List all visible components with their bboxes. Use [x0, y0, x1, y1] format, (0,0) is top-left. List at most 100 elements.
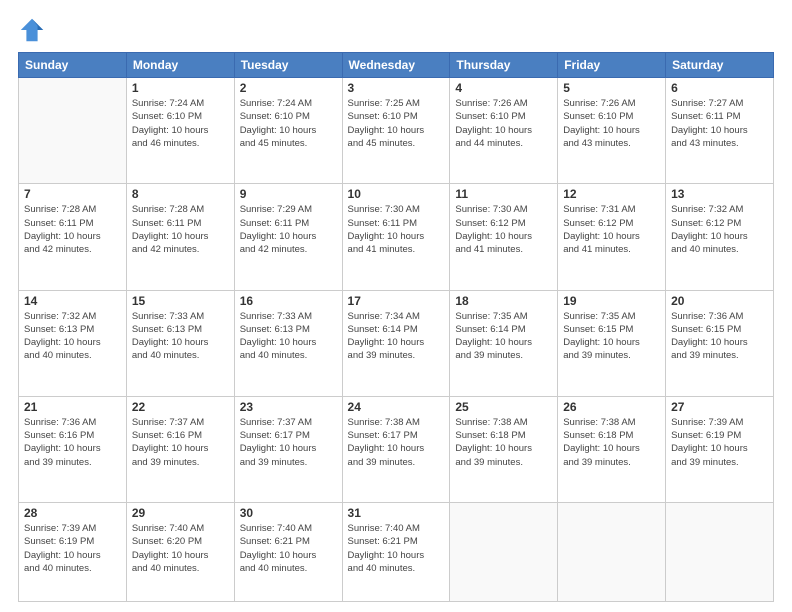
day-info: Sunrise: 7:39 AM Sunset: 6:19 PM Dayligh…	[671, 416, 768, 469]
calendar-cell: 22 Sunrise: 7:37 AM Sunset: 6:16 PM Dayli…	[126, 396, 234, 502]
weekday-header-friday: Friday	[558, 53, 666, 78]
calendar-cell: 20Sunrise: 7:36 AM Sunset: 6:15 PM Dayli…	[666, 290, 774, 396]
day-number: 23	[240, 400, 337, 414]
calendar-page: SundayMondayTuesdayWednesdayThursdayFrid…	[0, 0, 792, 612]
calendar-cell: 8Sunrise: 7:28 AM Sunset: 6:11 PM Daylig…	[126, 184, 234, 290]
day-number: 7	[24, 187, 121, 201]
weekday-header-tuesday: Tuesday	[234, 53, 342, 78]
calendar-cell: 6 Sunrise: 7:27 AM Sunset: 6:11 PM Daylig…	[666, 78, 774, 184]
day-number: 3	[348, 81, 445, 95]
week-row-1: 1 Sunrise: 7:24 AM Sunset: 6:10 PM Daylig…	[19, 78, 774, 184]
day-info: Sunrise: 7:29 AM Sunset: 6:11 PM Dayligh…	[240, 203, 337, 256]
day-info: Sunrise: 7:38 AM Sunset: 6:17 PM Dayligh…	[348, 416, 445, 469]
weekday-header-wednesday: Wednesday	[342, 53, 450, 78]
weekday-header-row: SundayMondayTuesdayWednesdayThursdayFrid…	[19, 53, 774, 78]
day-info: Sunrise: 7:39 AM Sunset: 6:19 PM Dayligh…	[24, 522, 121, 575]
calendar-cell: 28 Sunrise: 7:39 AM Sunset: 6:19 PM Dayli…	[19, 503, 127, 602]
day-info: Sunrise: 7:24 AM Sunset: 6:10 PM Dayligh…	[132, 97, 229, 150]
week-row-2: 7 Sunrise: 7:28 AM Sunset: 6:11 PM Daylig…	[19, 184, 774, 290]
day-info: Sunrise: 7:36 AM Sunset: 6:16 PM Dayligh…	[24, 416, 121, 469]
calendar-cell: 10 Sunrise: 7:30 AM Sunset: 6:11 PM Dayli…	[342, 184, 450, 290]
day-number: 19	[563, 294, 660, 308]
calendar-cell: 19Sunrise: 7:35 AM Sunset: 6:15 PM Dayli…	[558, 290, 666, 396]
day-info: Sunrise: 7:30 AM Sunset: 6:11 PM Dayligh…	[348, 203, 445, 256]
calendar-cell: 2 Sunrise: 7:24 AM Sunset: 6:10 PM Daylig…	[234, 78, 342, 184]
day-info: Sunrise: 7:25 AM Sunset: 6:10 PM Dayligh…	[348, 97, 445, 150]
calendar-cell: 23 Sunrise: 7:37 AM Sunset: 6:17 PM Dayli…	[234, 396, 342, 502]
day-info: Sunrise: 7:32 AM Sunset: 6:13 PM Dayligh…	[24, 310, 121, 363]
day-info: Sunrise: 7:28 AM Sunset: 6:11 PM Dayligh…	[132, 203, 229, 256]
calendar-cell: 13Sunrise: 7:32 AM Sunset: 6:12 PM Dayli…	[666, 184, 774, 290]
day-info: Sunrise: 7:38 AM Sunset: 6:18 PM Dayligh…	[455, 416, 552, 469]
day-info: Sunrise: 7:37 AM Sunset: 6:17 PM Dayligh…	[240, 416, 337, 469]
day-number: 13	[671, 187, 768, 201]
day-info: Sunrise: 7:33 AM Sunset: 6:13 PM Dayligh…	[240, 310, 337, 363]
calendar-cell: 1 Sunrise: 7:24 AM Sunset: 6:10 PM Daylig…	[126, 78, 234, 184]
day-info: Sunrise: 7:34 AM Sunset: 6:14 PM Dayligh…	[348, 310, 445, 363]
day-info: Sunrise: 7:38 AM Sunset: 6:18 PM Dayligh…	[563, 416, 660, 469]
day-number: 25	[455, 400, 552, 414]
day-number: 10	[348, 187, 445, 201]
day-number: 31	[348, 506, 445, 520]
day-info: Sunrise: 7:31 AM Sunset: 6:12 PM Dayligh…	[563, 203, 660, 256]
day-number: 15	[132, 294, 229, 308]
day-info: Sunrise: 7:33 AM Sunset: 6:13 PM Dayligh…	[132, 310, 229, 363]
calendar-cell: 30Sunrise: 7:40 AM Sunset: 6:21 PM Dayli…	[234, 503, 342, 602]
calendar-cell	[666, 503, 774, 602]
top-header	[18, 16, 774, 44]
day-info: Sunrise: 7:30 AM Sunset: 6:12 PM Dayligh…	[455, 203, 552, 256]
day-info: Sunrise: 7:40 AM Sunset: 6:21 PM Dayligh…	[348, 522, 445, 575]
day-number: 30	[240, 506, 337, 520]
day-number: 4	[455, 81, 552, 95]
weekday-header-monday: Monday	[126, 53, 234, 78]
day-info: Sunrise: 7:40 AM Sunset: 6:20 PM Dayligh…	[132, 522, 229, 575]
weekday-header-thursday: Thursday	[450, 53, 558, 78]
day-info: Sunrise: 7:24 AM Sunset: 6:10 PM Dayligh…	[240, 97, 337, 150]
calendar-cell: 29 Sunrise: 7:40 AM Sunset: 6:20 PM Dayli…	[126, 503, 234, 602]
calendar-cell: 18 Sunrise: 7:35 AM Sunset: 6:14 PM Dayli…	[450, 290, 558, 396]
calendar-cell	[558, 503, 666, 602]
day-number: 17	[348, 294, 445, 308]
calendar-cell: 17 Sunrise: 7:34 AM Sunset: 6:14 PM Dayli…	[342, 290, 450, 396]
logo-icon	[18, 16, 46, 44]
day-info: Sunrise: 7:35 AM Sunset: 6:14 PM Dayligh…	[455, 310, 552, 363]
day-info: Sunrise: 7:26 AM Sunset: 6:10 PM Dayligh…	[563, 97, 660, 150]
calendar-table: SundayMondayTuesdayWednesdayThursdayFrid…	[18, 52, 774, 602]
day-number: 9	[240, 187, 337, 201]
day-number: 29	[132, 506, 229, 520]
day-number: 5	[563, 81, 660, 95]
day-number: 1	[132, 81, 229, 95]
day-info: Sunrise: 7:37 AM Sunset: 6:16 PM Dayligh…	[132, 416, 229, 469]
calendar-cell: 25 Sunrise: 7:38 AM Sunset: 6:18 PM Dayli…	[450, 396, 558, 502]
calendar-cell: 3 Sunrise: 7:25 AM Sunset: 6:10 PM Daylig…	[342, 78, 450, 184]
calendar-cell: 31 Sunrise: 7:40 AM Sunset: 6:21 PM Dayli…	[342, 503, 450, 602]
day-info: Sunrise: 7:27 AM Sunset: 6:11 PM Dayligh…	[671, 97, 768, 150]
day-number: 21	[24, 400, 121, 414]
day-number: 12	[563, 187, 660, 201]
day-number: 28	[24, 506, 121, 520]
calendar-cell: 14 Sunrise: 7:32 AM Sunset: 6:13 PM Dayli…	[19, 290, 127, 396]
week-row-5: 28 Sunrise: 7:39 AM Sunset: 6:19 PM Dayli…	[19, 503, 774, 602]
day-number: 27	[671, 400, 768, 414]
day-number: 16	[240, 294, 337, 308]
day-number: 20	[671, 294, 768, 308]
day-number: 6	[671, 81, 768, 95]
week-row-3: 14 Sunrise: 7:32 AM Sunset: 6:13 PM Dayli…	[19, 290, 774, 396]
day-number: 14	[24, 294, 121, 308]
calendar-cell: 5 Sunrise: 7:26 AM Sunset: 6:10 PM Daylig…	[558, 78, 666, 184]
day-number: 22	[132, 400, 229, 414]
calendar-cell: 27 Sunrise: 7:39 AM Sunset: 6:19 PM Dayli…	[666, 396, 774, 502]
calendar-cell: 21 Sunrise: 7:36 AM Sunset: 6:16 PM Dayli…	[19, 396, 127, 502]
weekday-header-saturday: Saturday	[666, 53, 774, 78]
calendar-cell: 9 Sunrise: 7:29 AM Sunset: 6:11 PM Daylig…	[234, 184, 342, 290]
calendar-cell: 26Sunrise: 7:38 AM Sunset: 6:18 PM Dayli…	[558, 396, 666, 502]
day-info: Sunrise: 7:26 AM Sunset: 6:10 PM Dayligh…	[455, 97, 552, 150]
weekday-header-sunday: Sunday	[19, 53, 127, 78]
calendar-cell	[19, 78, 127, 184]
day-number: 18	[455, 294, 552, 308]
day-number: 2	[240, 81, 337, 95]
day-number: 24	[348, 400, 445, 414]
logo	[18, 16, 48, 44]
calendar-cell: 4 Sunrise: 7:26 AM Sunset: 6:10 PM Daylig…	[450, 78, 558, 184]
day-number: 11	[455, 187, 552, 201]
